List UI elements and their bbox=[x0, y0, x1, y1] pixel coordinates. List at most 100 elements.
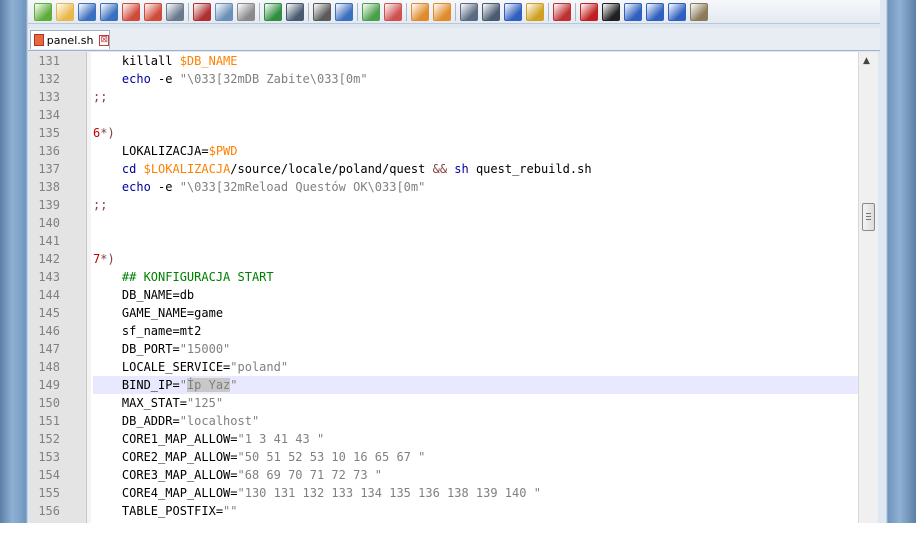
code-line[interactable]: 143 ## KONFIGURACJA START bbox=[30, 268, 858, 286]
code-line[interactable]: 137 cd $LOKALIZACJA/source/locale/poland… bbox=[30, 160, 858, 178]
code-line[interactable]: 132 echo -e "\033[32mDB Zabite\033[0m" bbox=[30, 70, 858, 88]
run-macro-multiple-icon[interactable] bbox=[646, 2, 664, 21]
monitor-icon[interactable] bbox=[690, 2, 708, 21]
code-line[interactable]: 155 CORE4_MAP_ALLOW="130 131 132 133 134… bbox=[30, 484, 858, 502]
code-token: BIND_IP= bbox=[93, 378, 180, 392]
indent-guide-icon[interactable] bbox=[504, 2, 522, 21]
line-number: 150 bbox=[38, 396, 60, 410]
close-tab-icon[interactable]: ⊠ bbox=[99, 34, 109, 46]
code-line[interactable]: 136 LOKALIZACJA=$PWD bbox=[30, 142, 858, 160]
line-number: 141 bbox=[38, 234, 60, 248]
function-list-icon[interactable] bbox=[553, 2, 571, 21]
cut-icon[interactable] bbox=[193, 2, 211, 21]
close-all-icon[interactable] bbox=[144, 2, 162, 21]
code-line[interactable]: 148 LOCALE_SERVICE="poland" bbox=[30, 358, 858, 376]
code-token: " bbox=[179, 378, 187, 392]
new-file-icon[interactable] bbox=[34, 2, 52, 21]
code-token: quest_rebuild.sh bbox=[468, 162, 592, 176]
code-line[interactable]: 146 sf_name=mt2 bbox=[30, 322, 858, 340]
code-line[interactable]: 142 7*) bbox=[30, 250, 858, 268]
scroll-up-icon[interactable]: ▲ bbox=[863, 56, 870, 66]
zoom-out-icon[interactable] bbox=[384, 2, 402, 21]
code-token: CORE3_MAP_ALLOW= bbox=[93, 468, 238, 482]
code-line[interactable]: 147 DB_PORT="15000" bbox=[30, 340, 858, 358]
code-token: "\033[32mDB Zabite\033[0m" bbox=[179, 72, 368, 86]
line-text: 7*) bbox=[93, 250, 858, 268]
stop-macro-icon[interactable] bbox=[602, 2, 620, 21]
line-number: 142 bbox=[38, 252, 60, 266]
code-line[interactable]: 156 TABLE_POSTFIX="" bbox=[30, 502, 858, 520]
line-number: 146 bbox=[38, 324, 60, 338]
code-token: MAX_STAT= bbox=[93, 396, 187, 410]
code-line[interactable]: 140 bbox=[30, 214, 858, 232]
line-number: 144 bbox=[38, 288, 60, 302]
line-text: DB_PORT="15000" bbox=[93, 340, 858, 358]
code-line[interactable]: 139;; bbox=[30, 196, 858, 214]
code-line[interactable]: 151 DB_ADDR="localhost" bbox=[30, 412, 858, 430]
redo-icon[interactable] bbox=[286, 2, 304, 21]
sync-vertical-icon[interactable] bbox=[411, 2, 429, 21]
code-line[interactable]: 145 GAME_NAME=game bbox=[30, 304, 858, 322]
current-line[interactable]: 149 BIND_IP="İp Yaz" bbox=[30, 376, 858, 394]
code-line[interactable]: 141 bbox=[30, 232, 858, 250]
code-token: $PWD bbox=[208, 144, 238, 158]
line-text: DB_NAME=db bbox=[93, 286, 858, 304]
line-text: echo -e "\033[32mDB Zabite\033[0m" bbox=[93, 70, 858, 88]
code-line[interactable]: 152 CORE1_MAP_ALLOW="1 3 41 43 " bbox=[30, 430, 858, 448]
code-token: sf_name=mt2 bbox=[93, 324, 202, 338]
code-line[interactable]: 134 bbox=[30, 106, 858, 124]
code-token: echo bbox=[121, 180, 151, 194]
save-all-icon[interactable] bbox=[100, 2, 118, 21]
code-token: LOCALE_SERVICE= bbox=[93, 360, 231, 374]
close-icon[interactable] bbox=[122, 2, 140, 21]
record-macro-icon[interactable] bbox=[580, 2, 598, 21]
code-token: "130 131 132 133 134 135 136 138 139 140… bbox=[237, 486, 541, 500]
scrollbar-thumb[interactable] bbox=[862, 203, 875, 231]
sync-horizontal-icon[interactable] bbox=[433, 2, 451, 21]
code-token: TABLE_POSTFIX= bbox=[93, 504, 224, 518]
code-line[interactable]: 144 DB_NAME=db bbox=[30, 286, 858, 304]
line-number: 151 bbox=[38, 414, 60, 428]
line-number: 135 bbox=[38, 126, 60, 140]
copy-icon[interactable] bbox=[215, 2, 233, 21]
line-text: DB_ADDR="localhost" bbox=[93, 412, 858, 430]
vertical-scrollbar[interactable]: ▲ bbox=[858, 52, 878, 523]
toolbar-separator bbox=[259, 2, 260, 21]
code-token: ;; bbox=[93, 198, 108, 212]
code-line[interactable]: 131 killall $DB_NAME bbox=[30, 52, 858, 70]
find-icon[interactable] bbox=[313, 2, 331, 21]
toolbar bbox=[28, 0, 880, 24]
print-icon[interactable] bbox=[166, 2, 184, 21]
line-number: 132 bbox=[38, 72, 60, 86]
user-lang-icon[interactable] bbox=[526, 2, 544, 21]
code-editor[interactable]: 131 killall $DB_NAME 132 echo -e "\033[32… bbox=[30, 52, 858, 523]
code-token: " bbox=[230, 378, 238, 392]
word-wrap-icon[interactable] bbox=[460, 2, 478, 21]
code-line[interactable]: 138 echo -e "\033[32mReload Questów OK\0… bbox=[30, 178, 858, 196]
line-text: cd $LOKALIZACJA/source/locale/poland/que… bbox=[93, 160, 858, 178]
save-macro-icon[interactable] bbox=[668, 2, 686, 21]
line-text: 6*) bbox=[93, 124, 858, 142]
code-line[interactable]: 135 6*) bbox=[30, 124, 858, 142]
code-token: DB_NAME=db bbox=[93, 288, 195, 302]
paste-icon[interactable] bbox=[237, 2, 255, 21]
code-line[interactable]: 133;; bbox=[30, 88, 858, 106]
open-file-icon[interactable] bbox=[56, 2, 74, 21]
tab-panel-sh[interactable]: panel.sh ⊠ bbox=[30, 30, 110, 49]
code-token: GAME_NAME=game bbox=[93, 306, 224, 320]
line-text: sf_name=mt2 bbox=[93, 322, 858, 340]
replace-icon[interactable] bbox=[335, 2, 353, 21]
zoom-in-icon[interactable] bbox=[362, 2, 380, 21]
line-text: ;; bbox=[93, 88, 858, 106]
line-number: 139 bbox=[38, 198, 60, 212]
code-token: "68 69 70 71 72 73 " bbox=[237, 468, 383, 482]
code-line[interactable]: 153 CORE2_MAP_ALLOW="50 51 52 53 10 16 6… bbox=[30, 448, 858, 466]
code-token: "1 3 41 43 " bbox=[237, 432, 325, 446]
code-line[interactable]: 154 CORE3_MAP_ALLOW="68 69 70 71 72 73 " bbox=[30, 466, 858, 484]
save-icon[interactable] bbox=[78, 2, 96, 21]
show-all-chars-icon[interactable] bbox=[482, 2, 500, 21]
code-token: DB_PORT= bbox=[93, 342, 180, 356]
code-line[interactable]: 150 MAX_STAT="125" bbox=[30, 394, 858, 412]
play-macro-icon[interactable] bbox=[624, 2, 642, 21]
undo-icon[interactable] bbox=[264, 2, 282, 21]
